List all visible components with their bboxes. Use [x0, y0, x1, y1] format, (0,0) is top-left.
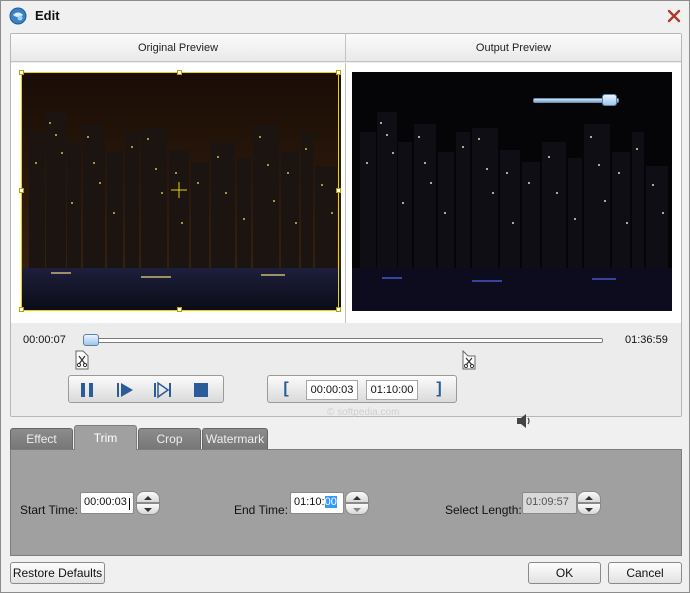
- set-end-bracket-icon[interactable]: ]: [421, 376, 457, 404]
- restore-defaults-button[interactable]: Restore Defaults: [10, 562, 105, 584]
- crop-handle-top[interactable]: [177, 70, 182, 75]
- start-time-label: Start Time:: [20, 503, 79, 517]
- window-title: Edit: [35, 8, 60, 23]
- crosshair-icon: [171, 182, 187, 201]
- crop-handle-top-left[interactable]: [19, 70, 24, 75]
- timeline-thumb[interactable]: [83, 334, 99, 346]
- end-time-value: 01:10:: [294, 496, 325, 508]
- crop-handle-bottom-right[interactable]: [336, 307, 341, 312]
- start-time-field[interactable]: 00:00:03: [80, 492, 134, 514]
- trim-end-marker-icon[interactable]: [461, 349, 477, 370]
- tab-trim[interactable]: Trim: [74, 425, 137, 450]
- end-time-field[interactable]: 01:10:00: [290, 492, 344, 514]
- crop-handle-top-right[interactable]: [336, 70, 341, 75]
- output-preview: [346, 63, 681, 323]
- output-video-frame: [352, 72, 672, 311]
- trim-start-time: 00:00:03: [306, 380, 358, 400]
- trim-end-time: 01:10:00: [366, 380, 418, 400]
- current-time: 00:00:07: [23, 334, 66, 346]
- select-length-up-button[interactable]: [577, 491, 601, 503]
- select-length-spinner: [577, 491, 601, 515]
- speaker-icon[interactable]: [516, 413, 534, 432]
- app-logo-icon: [9, 7, 27, 25]
- end-time-up-button[interactable]: [345, 491, 369, 503]
- edit-window: Edit Original Preview Output Preview 00:…: [0, 0, 690, 593]
- cancel-button[interactable]: Cancel: [608, 562, 682, 584]
- crop-handle-bottom[interactable]: [177, 307, 182, 312]
- close-icon[interactable]: [665, 7, 683, 25]
- trim-range-controls: [ 00:00:03 01:10:00 ]: [267, 375, 457, 403]
- volume-thumb[interactable]: [602, 94, 617, 106]
- end-time-down-button[interactable]: [345, 503, 369, 515]
- total-time: 01:36:59: [625, 334, 668, 346]
- crop-handle-left[interactable]: [19, 188, 24, 193]
- ok-button[interactable]: OK: [528, 562, 601, 584]
- set-start-bracket-icon[interactable]: [: [268, 376, 304, 404]
- trim-panel: Start Time: 00:00:03 End Time: 01:10:00 …: [10, 449, 682, 556]
- end-time-selection: 00: [324, 496, 337, 508]
- play-icon[interactable]: [115, 380, 135, 400]
- preview-panel: Original Preview Output Preview 00:00:07…: [10, 33, 682, 428]
- pause-icon[interactable]: [77, 380, 97, 400]
- tab-watermark[interactable]: Watermark: [202, 428, 268, 450]
- select-length-field: 01:09:57: [522, 492, 577, 514]
- tab-crop[interactable]: Crop: [138, 428, 201, 450]
- trim-start-marker-icon[interactable]: [74, 350, 90, 370]
- original-preview-label: Original Preview: [11, 34, 346, 62]
- output-preview-label: Output Preview: [346, 34, 681, 62]
- crop-handle-right[interactable]: [336, 188, 341, 193]
- start-time-down-button[interactable]: [136, 503, 160, 515]
- start-time-spinner: [136, 491, 160, 515]
- playback-controls: 00:00:07 01:36:59 [00:00:03 01:10:00]: [11, 324, 681, 428]
- original-preview: [11, 63, 346, 323]
- select-length-label: Select Length:: [445, 503, 522, 517]
- start-time-up-button[interactable]: [136, 491, 160, 503]
- end-time-spinner: [345, 491, 369, 515]
- text-cursor: [129, 498, 130, 510]
- select-length-down-button[interactable]: [577, 503, 601, 515]
- crop-handle-bottom-left[interactable]: [19, 307, 24, 312]
- watermark-text: © softpedia.com: [327, 407, 400, 418]
- title-bar: Edit: [1, 1, 689, 31]
- start-time-value: 00:00:03: [84, 496, 127, 508]
- select-length-value: 01:09:57: [526, 496, 569, 508]
- stop-icon[interactable]: [191, 380, 211, 400]
- timeline-track[interactable]: [89, 338, 603, 343]
- tab-effect[interactable]: Effect: [10, 428, 73, 450]
- next-frame-icon[interactable]: [153, 380, 173, 400]
- end-time-label: End Time:: [234, 503, 289, 517]
- transport-buttons: [68, 375, 224, 403]
